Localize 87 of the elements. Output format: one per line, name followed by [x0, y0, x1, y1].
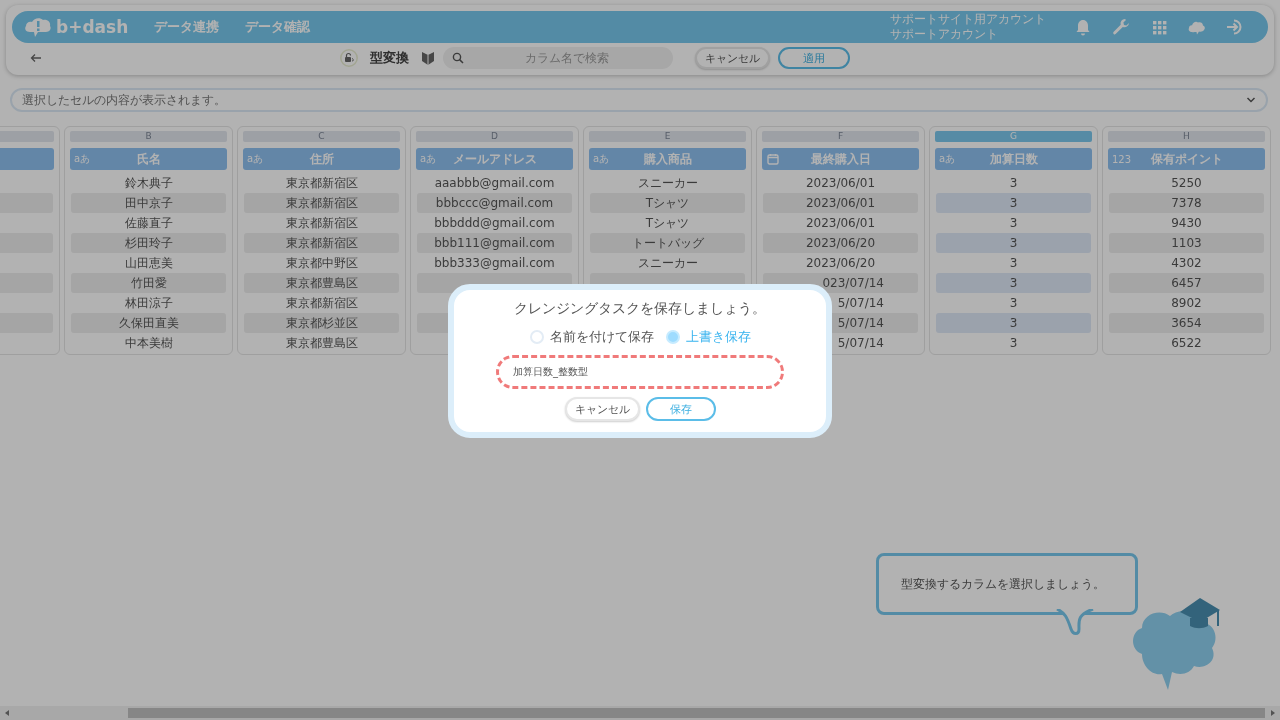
unlock-icon[interactable]: [340, 49, 358, 67]
table-cell[interactable]: 3: [936, 293, 1091, 313]
apply-button[interactable]: 適用: [778, 47, 850, 69]
column-letter[interactable]: C: [243, 131, 400, 142]
type-label: aあ: [420, 152, 437, 166]
table-cell[interactable]: Tシャツ: [590, 193, 745, 213]
column-letter[interactable]: E: [589, 131, 746, 142]
table-cell[interactable]: 3: [936, 233, 1091, 253]
horizontal-scrollbar[interactable]: [0, 706, 1280, 720]
table-cell[interactable]: 9430: [1109, 213, 1264, 233]
table-cell[interactable]: 2023/06/01: [763, 213, 918, 233]
table-cell[interactable]: 3: [936, 333, 1091, 353]
table-cell[interactable]: 3: [936, 253, 1091, 273]
cancel-button[interactable]: キャンセル: [695, 47, 770, 69]
table-cell[interactable]: 2023/06/20: [763, 233, 918, 253]
table-cell[interactable]: 杉田玲子: [71, 233, 226, 253]
table-cell[interactable]: 6457: [1109, 273, 1264, 293]
table-cell[interactable]: 竹田愛: [71, 273, 226, 293]
table-cell[interactable]: 山田恵美: [71, 253, 226, 273]
column-letter[interactable]: B: [70, 131, 227, 142]
logo-icon: [24, 16, 52, 38]
table-cell[interactable]: 6522: [1109, 333, 1264, 353]
table-cell[interactable]: 東京都新宿区: [244, 233, 399, 253]
chevron-down-icon[interactable]: [1246, 96, 1256, 104]
table-cell[interactable]: 3: [936, 173, 1091, 193]
table-cell[interactable]: 1103: [1109, 233, 1264, 253]
dialog-title: クレンジングタスクを保存しましょう。: [514, 300, 766, 318]
type-label: aあ: [247, 152, 264, 166]
table-cell[interactable]: bbbccc@gmail.com: [417, 193, 572, 213]
type-label: aあ: [74, 152, 91, 166]
column-letter[interactable]: D: [416, 131, 573, 142]
table-cell[interactable]: 東京都新宿区: [244, 173, 399, 193]
table-cell[interactable]: 2023/06/01: [763, 193, 918, 213]
table-cell[interactable]: 5250: [1109, 173, 1264, 193]
table-cell[interactable]: 鈴木典子: [71, 173, 226, 193]
table-cell[interactable]: Tシャツ: [590, 213, 745, 233]
table-cell[interactable]: bbb111@gmail.com: [417, 233, 572, 253]
radio-option[interactable]: 名前を付けて保存: [529, 328, 654, 346]
table-cell[interactable]: 東京都中野区: [244, 253, 399, 273]
table-cell[interactable]: 中本美樹: [71, 333, 226, 353]
table-cell[interactable]: 東京都豊島区: [244, 273, 399, 293]
cancel-button[interactable]: キャンセル: [564, 397, 640, 421]
type-label: 123: [1112, 153, 1132, 165]
type-label: aあ: [939, 152, 956, 166]
table-cell[interactable]: bbb333@gmail.com: [417, 253, 572, 273]
table-cell[interactable]: 3654: [1109, 313, 1264, 333]
table-cell[interactable]: aaabbb@gmail.com: [417, 173, 572, 193]
table-cell[interactable]: 8902: [1109, 293, 1264, 313]
shield-icon[interactable]: [421, 50, 435, 66]
table-cell[interactable]: 東京都新宿区: [244, 213, 399, 233]
page-title: 型変換: [370, 49, 409, 67]
table-cell[interactable]: bbbddd@gmail.com: [417, 213, 572, 233]
column-letter[interactable]: F: [762, 131, 919, 142]
table-cell[interactable]: 佐藤直子: [71, 213, 226, 233]
account-name: サポートサイト用アカウント: [890, 12, 1046, 27]
table-cell[interactable]: スニーカー: [590, 173, 745, 193]
table-cell[interactable]: トートバッグ: [590, 233, 745, 253]
table-cell[interactable]: 東京都新宿区: [244, 293, 399, 313]
table-cell[interactable]: 2023/06/20: [763, 253, 918, 273]
table-cell[interactable]: 7378: [1109, 193, 1264, 213]
table-cell[interactable]: 東京都杉並区: [244, 313, 399, 333]
search-icon: [452, 52, 464, 64]
table-cell[interactable]: 3: [936, 193, 1091, 213]
scrollbar-thumb[interactable]: [128, 708, 1265, 718]
scroll-right-icon[interactable]: [1269, 709, 1277, 717]
table-cell[interactable]: 3: [936, 313, 1091, 333]
calendar-icon: [767, 153, 779, 165]
cell-preview-field[interactable]: 選択したセルの内容が表示されます。: [10, 88, 1268, 112]
table-cell[interactable]: 2023/06/01: [763, 173, 918, 193]
type-label: aあ: [593, 152, 610, 166]
table-cell[interactable]: スニーカー: [590, 253, 745, 273]
table-cell[interactable]: 東京都豊島区: [244, 333, 399, 353]
wrench-icon[interactable]: [1111, 17, 1131, 37]
save-button[interactable]: 保存: [645, 397, 716, 421]
table-cell[interactable]: 東京都新宿区: [244, 193, 399, 213]
radio-option[interactable]: 上書き保存: [665, 328, 751, 346]
table-cell[interactable]: 久保田直美: [71, 313, 226, 333]
table-cell[interactable]: 3: [936, 213, 1091, 233]
scroll-left-icon[interactable]: [3, 709, 11, 717]
table-cell[interactable]: 4302: [1109, 253, 1264, 273]
table-cell[interactable]: 3: [936, 273, 1091, 293]
account-name: サポートアカウント: [890, 27, 999, 42]
table-cell[interactable]: 田中京子: [71, 193, 226, 213]
task-name-field[interactable]: 加算日数_整数型: [496, 355, 784, 389]
column-letter[interactable]: H: [1108, 131, 1265, 142]
hint-text: 型変換するカラムを選択しましょう。: [901, 575, 1105, 593]
table-cell[interactable]: 林田涼子: [71, 293, 226, 313]
